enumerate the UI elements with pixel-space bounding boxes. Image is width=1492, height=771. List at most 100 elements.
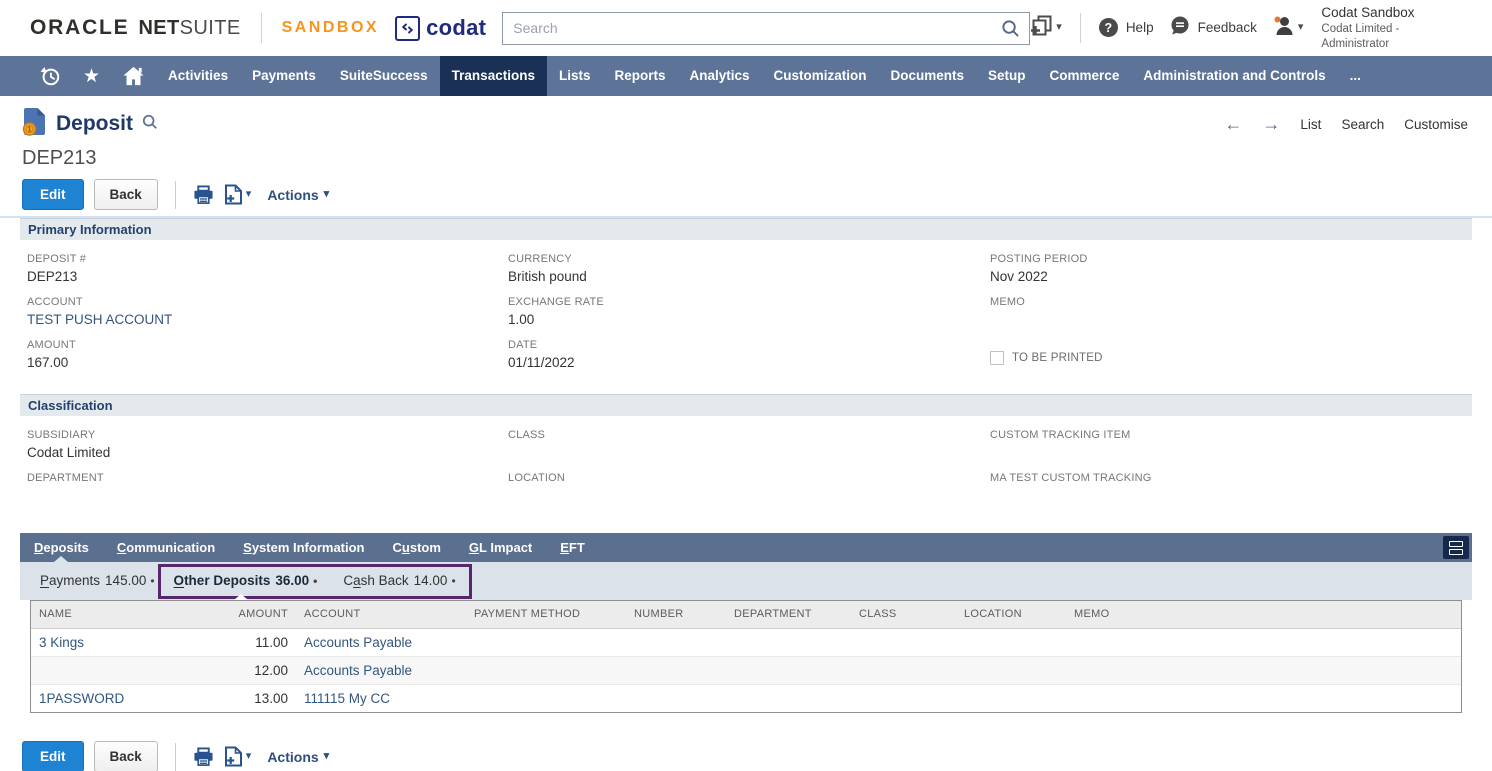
actions-menu[interactable]: Actions ▾	[267, 187, 329, 203]
toggle-panel-view-icon[interactable]	[1443, 536, 1469, 559]
column-header-memo[interactable]: MEMO	[1066, 601, 1461, 628]
deposit-record-icon: 1	[22, 107, 47, 141]
shortcuts-star-icon[interactable]: ★	[72, 56, 111, 96]
deposit-name-link[interactable]: 3 Kings	[39, 635, 84, 650]
nav-item-reports[interactable]: Reports	[602, 56, 677, 96]
feedback-bubble-icon	[1170, 16, 1190, 40]
actions-menu[interactable]: Actions ▾	[267, 749, 329, 765]
nav-item-lists[interactable]: Lists	[547, 56, 603, 96]
forward-arrow-icon[interactable]: →	[1262, 115, 1280, 133]
field-label: AMOUNT	[27, 339, 508, 351]
page-title-row: 1 Deposit ← → List Search Customise	[0, 96, 1492, 141]
nav-item-more[interactable]: ...	[1338, 56, 1373, 96]
actions-label: Actions	[267, 187, 318, 203]
print-button[interactable]	[193, 185, 214, 205]
create-new-menu[interactable]: ▾	[1030, 15, 1062, 41]
column-header-class[interactable]: CLASS	[851, 601, 956, 628]
field-value: Nov 2022	[990, 269, 1472, 285]
deposit-memo	[1066, 656, 1461, 684]
nav-item-commerce[interactable]: Commerce	[1038, 56, 1132, 96]
search-icon[interactable]	[1001, 19, 1020, 43]
nav-item-transactions[interactable]: Transactions	[440, 56, 547, 96]
global-search-input[interactable]	[503, 13, 1029, 44]
column-header-department[interactable]: DEPARTMENT	[726, 601, 851, 628]
deposit-name-link[interactable]: 1PASSWORD	[39, 691, 124, 706]
add-to-shortcuts-button[interactable]: ▾	[224, 746, 252, 767]
back-button[interactable]: Back	[94, 179, 158, 210]
tab-system-information[interactable]: System Information	[229, 533, 378, 562]
nav-item-activities[interactable]: Activities	[156, 56, 240, 96]
help-icon: ?	[1099, 18, 1118, 37]
edit-button[interactable]: Edit	[22, 179, 84, 210]
column-header-account[interactable]: ACCOUNT	[296, 601, 466, 628]
deposit-memo	[1066, 628, 1461, 656]
home-icon[interactable]	[111, 56, 156, 96]
list-link[interactable]: List	[1300, 117, 1321, 132]
deposit-department	[726, 656, 851, 684]
oracle-logo-text: ORACLE	[30, 16, 129, 40]
nav-item-documents[interactable]: Documents	[879, 56, 977, 96]
nav-item-suitesuccess[interactable]: SuiteSuccess	[328, 56, 440, 96]
deposit-memo	[1066, 684, 1461, 712]
print-button[interactable]	[193, 747, 214, 767]
title-search-icon[interactable]	[142, 114, 158, 135]
chevron-down-icon: ▾	[246, 751, 252, 762]
subtab-payments[interactable]: Payments145.00•	[40, 564, 155, 598]
deposit-department	[726, 628, 851, 656]
feedback-button[interactable]: Feedback	[1170, 16, 1257, 40]
new-record-icon	[1030, 15, 1053, 41]
field-value: 01/11/2022	[508, 355, 990, 371]
deposit-class	[851, 656, 956, 684]
search-link[interactable]: Search	[1341, 117, 1384, 132]
column-header-payment-method[interactable]: PAYMENT METHOD	[466, 601, 626, 628]
field-label: DEPOSIT #	[27, 253, 508, 265]
back-button[interactable]: Back	[94, 741, 158, 771]
table-row: 12.00 Accounts Payable	[31, 656, 1461, 684]
deposit-account-link[interactable]: 111115 My CC	[304, 691, 390, 706]
back-arrow-icon[interactable]: ←	[1224, 115, 1242, 133]
deposit-amount: 13.00	[211, 684, 296, 712]
subtab-cash-back[interactable]: Cash Back14.00•	[343, 564, 455, 598]
svg-text:1: 1	[28, 127, 32, 134]
column-header-location[interactable]: LOCATION	[956, 601, 1066, 628]
field-value: 167.00	[27, 355, 508, 371]
roles-person-icon	[1273, 15, 1295, 40]
tab-eft[interactable]: EFT	[546, 533, 599, 562]
column-header-amount[interactable]: AMOUNT	[211, 601, 296, 628]
recent-records-icon[interactable]	[28, 56, 72, 96]
netsuite-logo-text-bold: NET	[138, 17, 179, 40]
deposit-location	[956, 684, 1066, 712]
page-title: Deposit	[56, 112, 133, 136]
deposit-account-link[interactable]: Accounts Payable	[304, 663, 412, 678]
field-label: DATE	[508, 339, 990, 351]
customise-link[interactable]: Customise	[1404, 117, 1468, 132]
edit-button[interactable]: Edit	[22, 741, 84, 771]
classification-section: Classification SUBSIDIARYCodat Limited D…	[20, 394, 1472, 521]
tab-deposits[interactable]: Deposits	[20, 533, 103, 562]
nav-item-payments[interactable]: Payments	[240, 56, 328, 96]
nav-item-customization[interactable]: Customization	[762, 56, 879, 96]
bullet-icon: •	[150, 574, 154, 588]
nav-item-administration[interactable]: Administration and Controls	[1131, 56, 1337, 96]
column-header-number[interactable]: NUMBER	[626, 601, 726, 628]
table-header-row: NAME AMOUNT ACCOUNT PAYMENT METHOD NUMBE…	[31, 601, 1461, 628]
add-to-shortcuts-button[interactable]: ▾	[224, 184, 252, 205]
deposit-class	[851, 628, 956, 656]
field-label: MEMO	[990, 296, 1472, 308]
account-link[interactable]: TEST PUSH ACCOUNT	[27, 312, 508, 328]
netsuite-logo-text-light: SUITE	[180, 17, 241, 40]
help-button[interactable]: ? Help	[1099, 18, 1154, 37]
deposit-account-link[interactable]: Accounts Payable	[304, 635, 412, 650]
tab-communication[interactable]: Communication	[103, 533, 229, 562]
nav-item-setup[interactable]: Setup	[976, 56, 1038, 96]
tab-custom[interactable]: Custom	[379, 533, 455, 562]
field-value	[990, 312, 1472, 328]
tab-gl-impact[interactable]: GL Impact	[455, 533, 546, 562]
roles-menu[interactable]: ▾	[1273, 15, 1304, 40]
nav-item-analytics[interactable]: Analytics	[677, 56, 761, 96]
subtab-other-deposits[interactable]: Other Deposits36.00•	[174, 564, 318, 598]
global-search	[502, 12, 1030, 45]
to-be-printed-checkbox[interactable]	[990, 351, 1004, 365]
column-header-name[interactable]: NAME	[31, 601, 211, 628]
other-deposits-total: 36.00	[275, 573, 309, 588]
